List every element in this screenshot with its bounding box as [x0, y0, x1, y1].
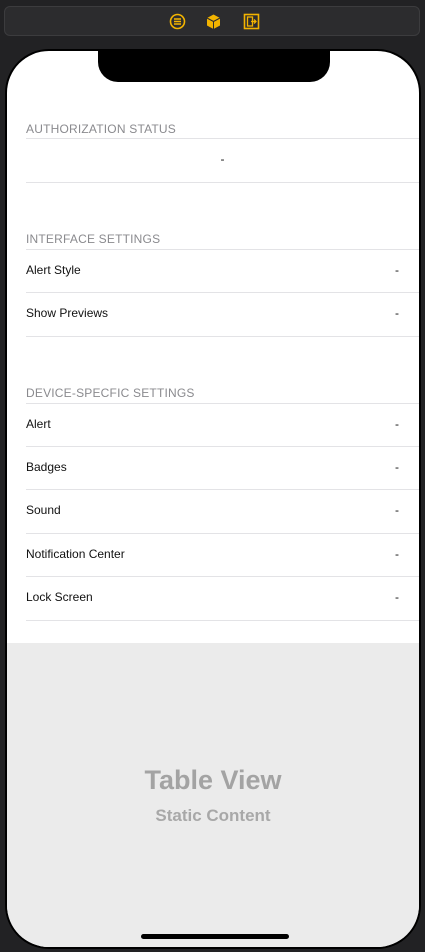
authorization-status-value: - — [220, 152, 225, 166]
row-alert-style[interactable]: Alert Style - — [26, 249, 419, 293]
list-icon[interactable] — [169, 13, 186, 30]
cube-icon[interactable] — [205, 13, 222, 30]
row-label: Alert — [26, 417, 51, 431]
row-value: - — [395, 417, 399, 431]
row-value: - — [395, 460, 399, 474]
section-header-authorization: AUTHORIZATION STATUS — [26, 122, 176, 136]
authorization-status-row[interactable]: - — [26, 138, 419, 183]
row-badges[interactable]: Badges - — [26, 446, 419, 490]
device-frame: AUTHORIZATION STATUS - INTERFACE SETTING… — [5, 49, 421, 949]
section-header-interface: INTERFACE SETTINGS — [26, 232, 161, 246]
canvas-toolbar — [4, 6, 420, 36]
device-screen: AUTHORIZATION STATUS - INTERFACE SETTING… — [7, 51, 419, 947]
row-label: Notification Center — [26, 547, 125, 561]
row-label: Alert Style — [26, 263, 81, 277]
row-sound[interactable]: Sound - — [26, 489, 419, 533]
row-label: Sound — [26, 503, 61, 517]
row-label: Badges — [26, 460, 67, 474]
row-value: - — [395, 263, 399, 277]
row-label: Show Previews — [26, 306, 109, 320]
row-value: - — [395, 306, 399, 320]
row-value: - — [395, 503, 399, 517]
row-lock-screen[interactable]: Lock Screen - — [26, 576, 419, 621]
placeholder-title: Table View — [144, 765, 282, 795]
row-label: Lock Screen — [26, 590, 93, 604]
placeholder-subtitle: Static Content — [155, 806, 271, 825]
row-value: - — [395, 590, 399, 604]
section-header-device: DEVICE-SPECFIC SETTINGS — [26, 386, 195, 400]
device-notch — [98, 51, 330, 82]
row-show-previews[interactable]: Show Previews - — [26, 292, 419, 337]
exit-icon[interactable] — [243, 13, 260, 30]
row-value: - — [395, 547, 399, 561]
row-alert[interactable]: Alert - — [26, 403, 419, 447]
home-indicator — [141, 934, 289, 939]
row-notification-center[interactable]: Notification Center - — [26, 533, 419, 577]
